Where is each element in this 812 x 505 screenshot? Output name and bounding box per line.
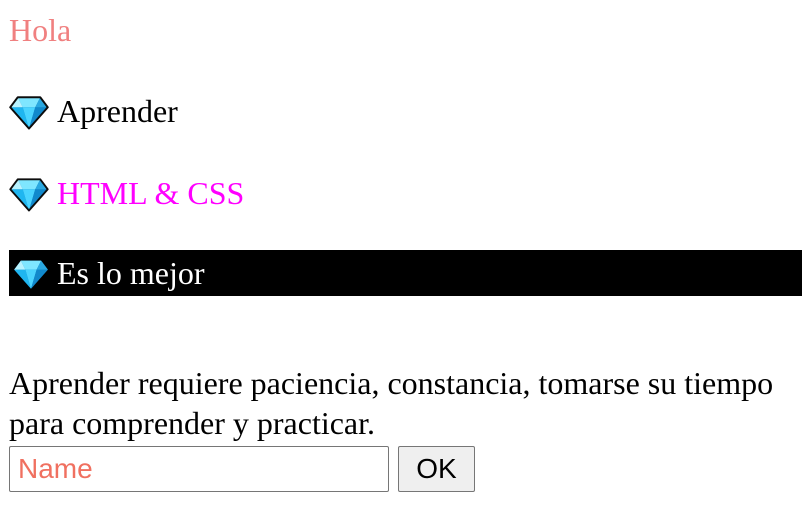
list-item-label: Es lo mejor [57,255,205,291]
gem-icon [9,96,49,130]
list-item-label: HTML & CSS [57,175,245,211]
gem-icon [9,178,49,212]
list-item-html-css: HTML & CSS [9,173,244,213]
list-item-aprender: Aprender [9,91,178,131]
ok-button[interactable]: OK [398,446,475,492]
name-input[interactable] [9,446,389,492]
gem-icon [14,260,48,289]
list-item-label: Aprender [57,93,178,129]
body-paragraph: Aprender requiere paciencia, constancia,… [9,365,774,441]
list-item-es-lo-mejor: Es lo mejor [9,250,802,296]
greeting-heading: Hola [9,12,72,48]
